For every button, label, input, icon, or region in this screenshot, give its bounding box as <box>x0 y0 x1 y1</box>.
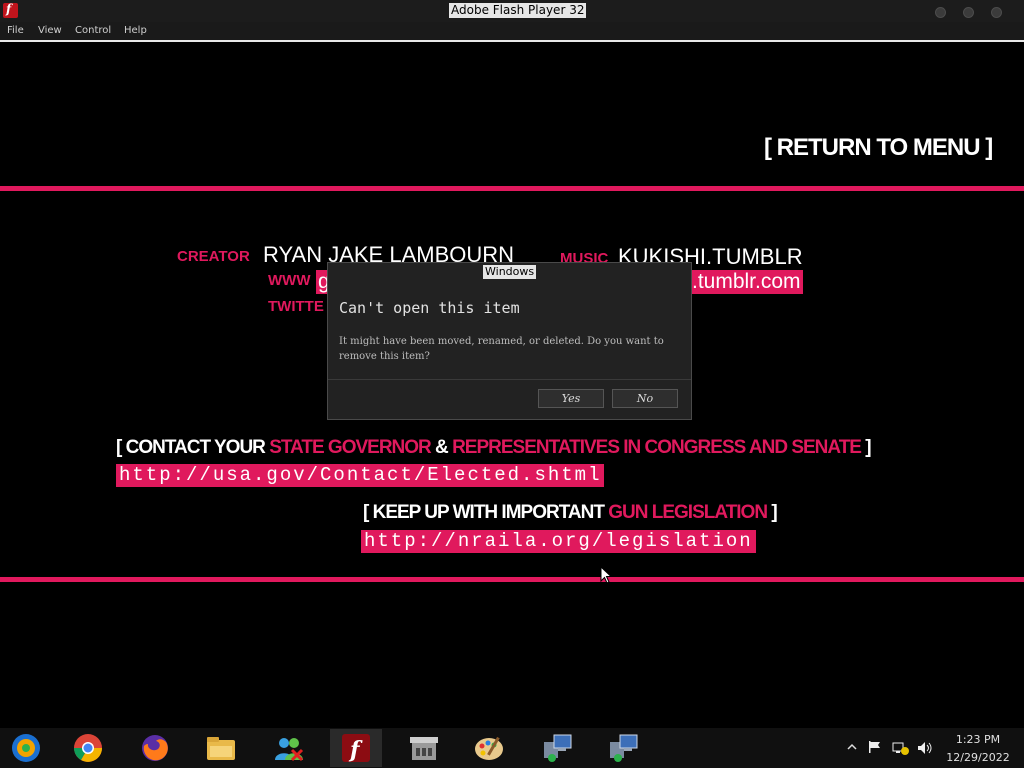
no-button[interactable]: No <box>612 389 678 408</box>
minimize-button[interactable] <box>935 7 946 18</box>
chrome-icon[interactable] <box>71 732 105 764</box>
title-bar: f Adobe Flash Player 32 <box>0 0 1024 22</box>
window-title: Adobe Flash Player 32 <box>449 3 587 18</box>
nraila-url-link[interactable]: http://nraila.org/legislation <box>361 530 756 553</box>
clock-date[interactable]: 12/29/2022 <box>940 751 1016 764</box>
firefox-icon[interactable] <box>138 732 172 764</box>
show-hidden-icons-chevron-up-icon[interactable] <box>847 743 857 751</box>
dialog-message: It might have been moved, renamed, or de… <box>339 336 664 362</box>
contact-representatives: REPRESENTATIVES IN CONGRESS AND SENATE <box>452 437 862 458</box>
www-label: WWW <box>268 272 311 289</box>
keep-prefix: [ KEEP UP WITH IMPORTANT <box>363 502 609 523</box>
menu-bar: File View Control Help <box>0 22 1024 42</box>
menu-control[interactable]: Control <box>75 25 111 36</box>
creator-label: CREATOR <box>177 248 250 265</box>
contact-suffix: ] <box>860 437 871 458</box>
paint-icon[interactable] <box>472 732 506 764</box>
error-dialog: Windows Can't open this item It might ha… <box>327 262 692 420</box>
menu-view[interactable]: View <box>38 25 62 36</box>
store-icon[interactable] <box>407 732 441 764</box>
divider-top <box>0 186 1024 191</box>
keep-gun-legislation: GUN LEGISLATION <box>608 502 768 523</box>
network-setup-icon-2[interactable] <box>606 732 640 764</box>
twitter-label: TWITTE <box>268 298 324 315</box>
flash-player-icon[interactable]: f <box>339 732 373 764</box>
flash-icon: f <box>3 2 18 18</box>
contact-amp: & <box>430 437 453 458</box>
messenger-icon[interactable] <box>272 732 306 764</box>
action-center-flag-icon[interactable] <box>868 740 882 754</box>
dialog-title: Windows <box>483 265 537 279</box>
divider-bottom <box>0 577 1024 582</box>
file-explorer-icon[interactable] <box>204 732 238 764</box>
clock-time[interactable]: 1:23 PM <box>947 733 1009 746</box>
network-icon[interactable] <box>892 740 910 756</box>
tumblr-link[interactable]: .tumblr.com <box>690 270 803 294</box>
maximize-button[interactable] <box>963 7 974 18</box>
contact-url-link[interactable]: http://usa.gov/Contact/Elected.shtml <box>116 464 605 487</box>
media-player-icon[interactable] <box>9 732 43 764</box>
menu-help[interactable]: Help <box>124 25 147 36</box>
return-to-menu-button[interactable]: [ RETURN TO MENU ] <box>764 134 993 162</box>
keep-suffix: ] <box>767 502 777 523</box>
yes-button[interactable]: Yes <box>538 389 604 408</box>
mouse-cursor-icon <box>600 566 612 584</box>
dialog-heading: Can't open this item <box>339 299 520 317</box>
dialog-separator <box>328 379 691 380</box>
menu-file[interactable]: File <box>7 25 24 36</box>
contact-line: [ CONTACT YOUR STATE GOVERNOR & REPRESEN… <box>116 437 872 459</box>
contact-prefix: [ CONTACT YOUR <box>116 437 270 458</box>
contact-governor: STATE GOVERNOR <box>269 437 432 458</box>
volume-icon[interactable] <box>917 741 933 755</box>
keep-line: [ KEEP UP WITH IMPORTANT GUN LEGISLATION… <box>363 502 778 524</box>
close-button[interactable] <box>991 7 1002 18</box>
network-setup-icon[interactable] <box>540 732 574 764</box>
